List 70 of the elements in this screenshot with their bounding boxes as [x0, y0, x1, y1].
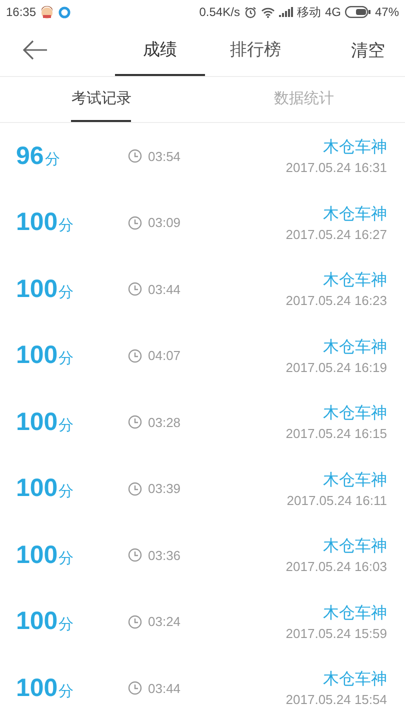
exam-date: 2017.05.24 16:31	[286, 160, 387, 176]
network-speed: 0.54K/s	[199, 5, 240, 19]
exam-date: 2017.05.24 16:15	[286, 426, 387, 442]
exam-duration: 04:07	[148, 348, 181, 364]
exam-duration: 03:36	[148, 548, 181, 563]
user-name: 木仓车神	[323, 536, 387, 558]
app-ring-icon	[58, 6, 72, 18]
user-name: 木仓车神	[323, 204, 387, 225]
exam-date: 2017.05.24 15:59	[286, 626, 387, 641]
clock-icon	[128, 548, 142, 562]
exam-date: 2017.05.24 16:27	[286, 226, 387, 242]
user-name: 木仓车神	[323, 669, 387, 690]
score-unit: 分	[44, 150, 60, 169]
score-unit: 分	[58, 416, 74, 435]
score-unit: 分	[58, 548, 74, 568]
signal-icon	[278, 7, 293, 17]
user-name: 木仓车神	[323, 137, 387, 158]
score-value: 100	[16, 474, 58, 504]
alarm-icon	[244, 6, 257, 18]
battery-icon	[344, 6, 371, 18]
score-value: 96	[16, 142, 44, 171]
exam-duration: 03:44	[148, 680, 181, 696]
score-unit: 分	[58, 682, 74, 701]
carrier-name: 移动	[296, 4, 321, 20]
clock-icon	[128, 614, 142, 629]
status-time: 16:35	[6, 5, 36, 19]
user-name: 木仓车神	[323, 403, 387, 424]
header-tab[interactable]: 排行榜	[227, 24, 284, 76]
sub-tab[interactable]: 考试记录	[71, 77, 132, 122]
wifi-icon	[260, 6, 275, 18]
clock-icon	[128, 681, 142, 696]
score-value: 100	[16, 674, 58, 703]
user-name: 木仓车神	[323, 470, 387, 491]
exam-duration: 03:54	[148, 148, 181, 164]
network-type: 4G	[324, 5, 341, 19]
exam-date: 2017.05.24 16:11	[286, 492, 387, 508]
clear-button[interactable]: 清空	[351, 38, 385, 62]
exam-date: 2017.05.24 15:54	[286, 692, 387, 708]
cartoon-avatar-icon	[40, 5, 54, 19]
exam-date: 2017.05.24 16:23	[286, 293, 387, 308]
user-name: 木仓车神	[323, 270, 387, 292]
score-value: 100	[16, 341, 58, 370]
score-unit: 分	[58, 615, 74, 634]
back-button[interactable]	[22, 40, 48, 60]
clock-icon	[128, 282, 142, 296]
score-unit: 分	[58, 349, 74, 368]
score-value: 100	[16, 607, 58, 636]
exam-duration: 03:39	[148, 481, 181, 496]
score-unit: 分	[58, 216, 74, 236]
user-name: 木仓车神	[323, 336, 387, 358]
exam-date: 2017.05.24 16:19	[286, 360, 387, 375]
clock-icon	[128, 216, 142, 230]
score-unit: 分	[58, 482, 74, 502]
exam-duration: 03:28	[148, 414, 181, 430]
score-value: 100	[16, 408, 58, 437]
score-unit: 分	[58, 282, 74, 302]
battery-percent: 47%	[374, 5, 399, 19]
exam-date: 2017.05.24 16:03	[286, 559, 387, 574]
user-name: 木仓车神	[323, 602, 387, 624]
exam-duration: 03:24	[148, 614, 181, 630]
score-value: 100	[16, 274, 58, 304]
score-value: 100	[16, 540, 58, 570]
clock-icon	[128, 348, 142, 363]
score-value: 100	[16, 208, 58, 238]
header-tab[interactable]: 成绩	[115, 24, 205, 76]
clock-icon	[128, 149, 142, 164]
clock-icon	[128, 415, 142, 430]
exam-duration: 03:09	[148, 215, 181, 230]
exam-duration: 03:44	[148, 282, 181, 297]
clock-icon	[128, 482, 142, 496]
